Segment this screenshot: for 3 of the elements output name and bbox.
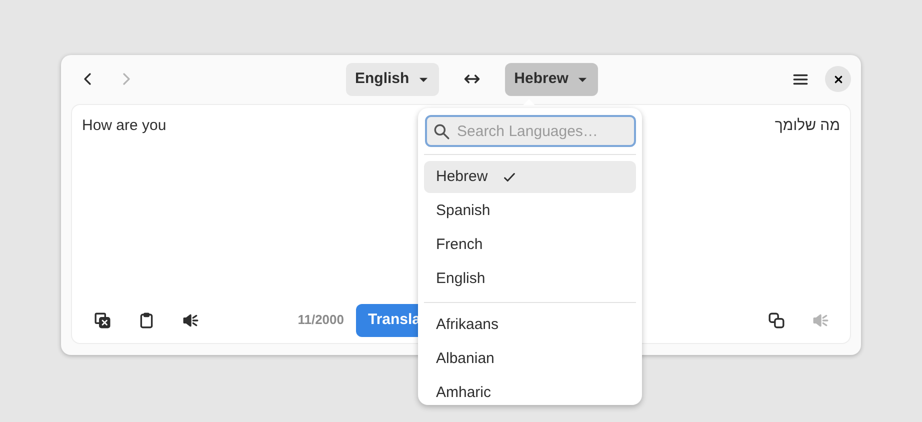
translated-text: מה שלומך <box>774 117 840 134</box>
character-count: 11/2000 <box>298 311 344 330</box>
source-text: How are you <box>82 117 166 134</box>
